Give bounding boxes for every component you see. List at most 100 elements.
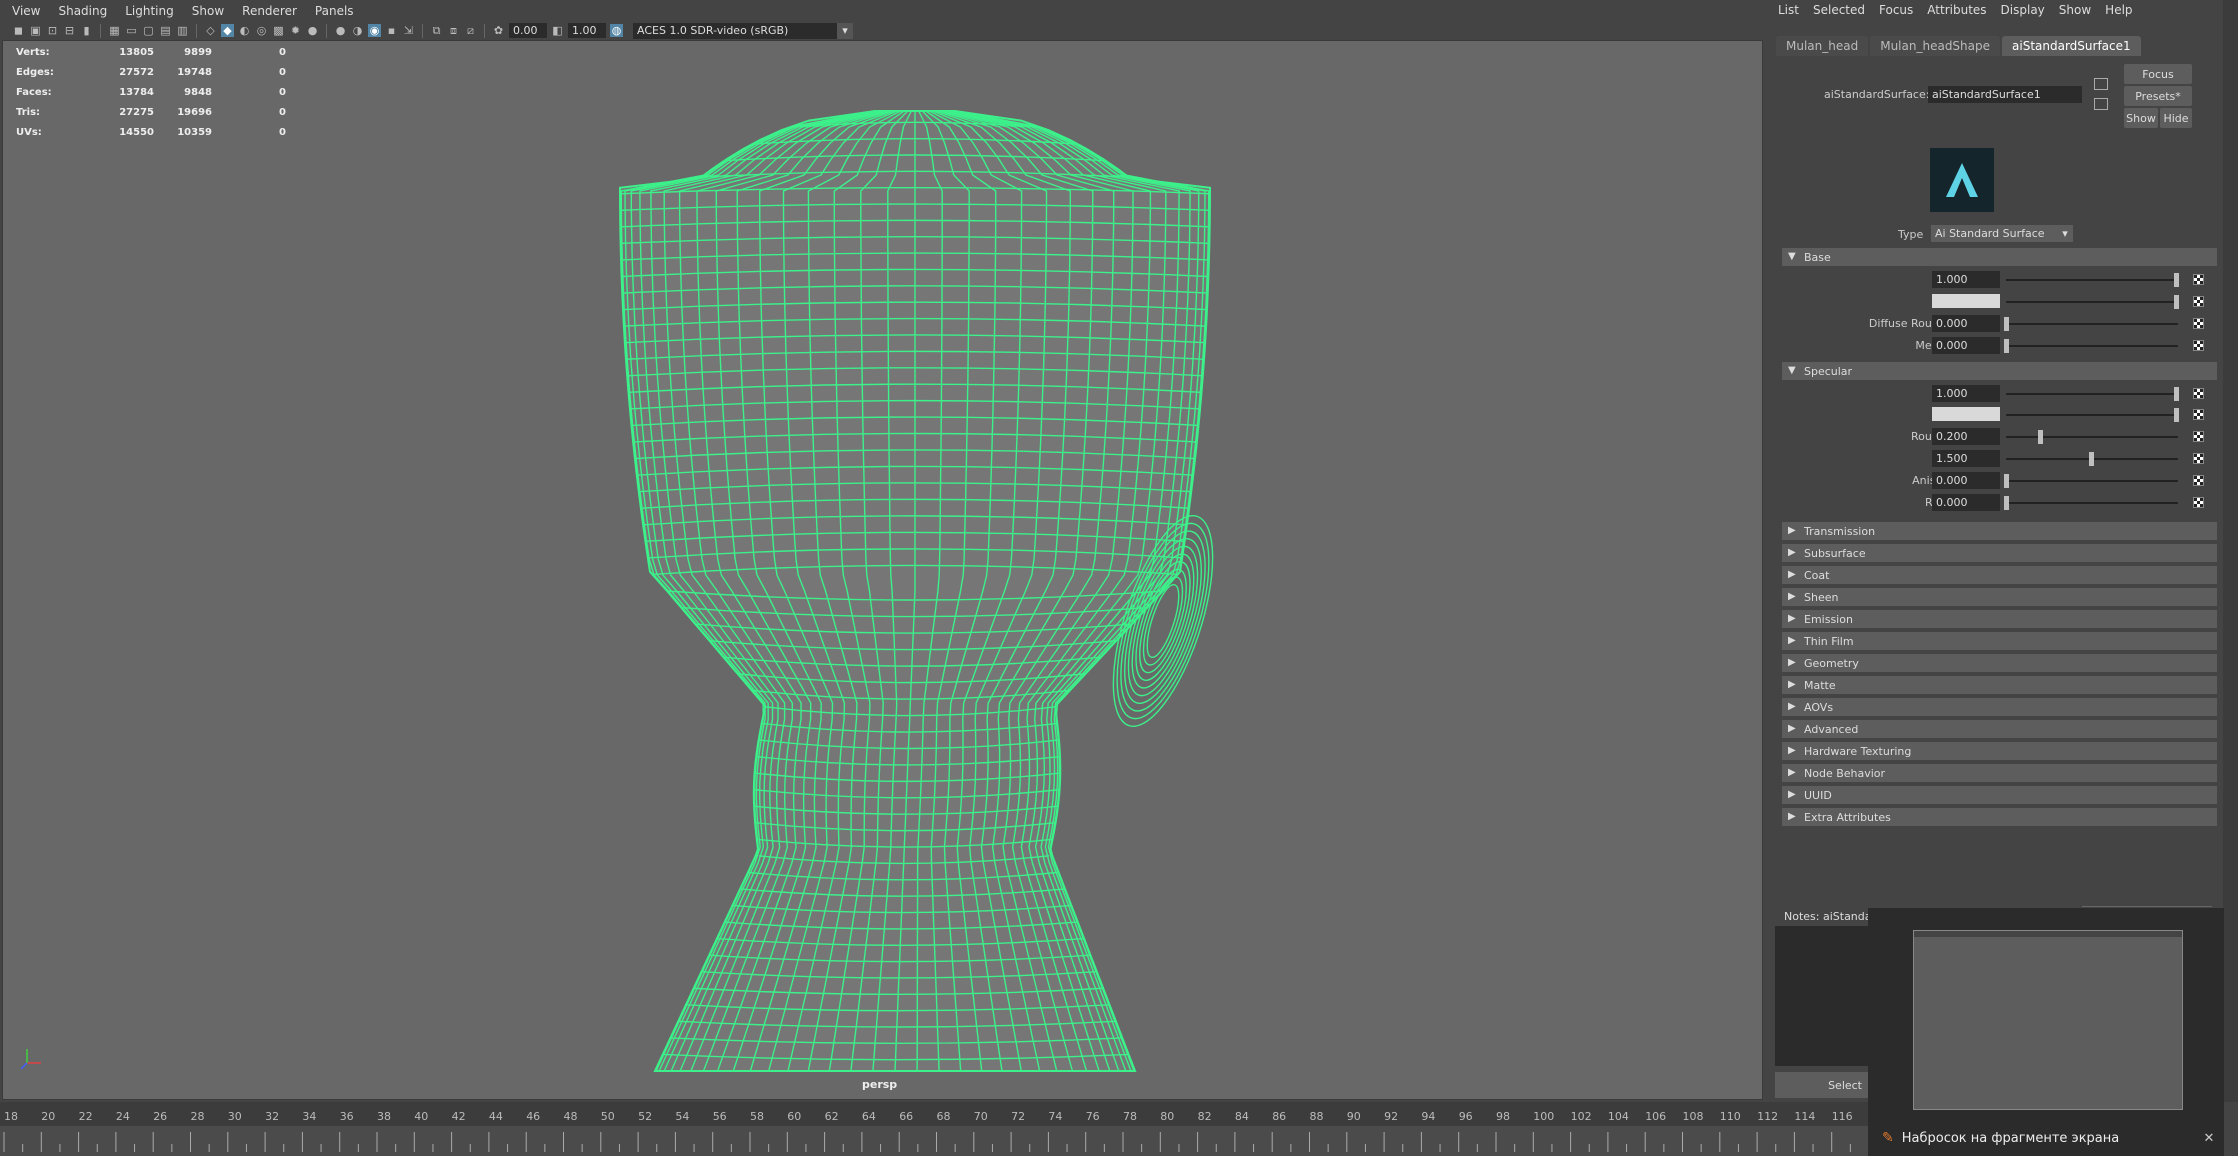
viewport-menu-renderer[interactable]: Renderer xyxy=(242,4,297,18)
section-base[interactable]: ▼ Base xyxy=(1782,248,2217,266)
attr-value-field[interactable]: 1.500 xyxy=(1932,450,2000,467)
ae-menu-show[interactable]: Show xyxy=(2059,3,2091,17)
section-emission[interactable]: ▶ Emission xyxy=(1782,610,2217,628)
load-output-icon[interactable] xyxy=(2094,98,2108,110)
attr-slider-thumb[interactable] xyxy=(2004,474,2009,488)
attr-value-field[interactable]: 0.200 xyxy=(1932,428,2000,445)
attr-value-field[interactable]: 1.000 xyxy=(1932,271,2000,288)
section-node-behavior[interactable]: ▶ Node Behavior xyxy=(1782,764,2217,782)
section-specular[interactable]: ▼ Specular xyxy=(1782,362,2217,380)
map-button-icon[interactable] xyxy=(2193,475,2204,486)
notes-field[interactable] xyxy=(1775,926,1870,1066)
attr-slider-track[interactable] xyxy=(2006,436,2178,438)
map-button-icon[interactable] xyxy=(2193,274,2204,285)
ae-menu-help[interactable]: Help xyxy=(2105,3,2132,17)
attr-slider-thumb[interactable] xyxy=(2174,408,2179,422)
map-button-icon[interactable] xyxy=(2193,318,2204,329)
show-button[interactable]: Show xyxy=(2124,108,2158,128)
xray-components-icon[interactable]: ⧄ xyxy=(464,24,477,37)
ae-menu-list[interactable]: List xyxy=(1778,3,1799,17)
textured-icon[interactable]: ▩ xyxy=(272,24,285,37)
type-dropdown[interactable]: Ai Standard Surface ▾ xyxy=(1931,225,2073,242)
attr-slider-track[interactable] xyxy=(2006,279,2178,281)
perspective-view[interactable] xyxy=(2,40,1763,1100)
attr-slider-thumb[interactable] xyxy=(2038,430,2043,444)
attr-value-field[interactable]: 1.000 xyxy=(1932,385,2000,402)
viewport-menu-lighting[interactable]: Lighting xyxy=(125,4,174,18)
image-plane-icon[interactable]: ⊟ xyxy=(63,24,76,37)
color-swatch[interactable] xyxy=(1932,407,2000,421)
attr-slider-thumb[interactable] xyxy=(2174,387,2179,401)
section-aovs[interactable]: ▶ AOVs xyxy=(1782,698,2217,716)
viewport-menu-view[interactable]: View xyxy=(12,4,40,18)
exposure-icon[interactable]: ✿ xyxy=(492,24,505,37)
section-transmission[interactable]: ▶ Transmission xyxy=(1782,522,2217,540)
tab-mulan_headshape[interactable]: Mulan_headShape xyxy=(1870,36,2001,56)
attr-slider-thumb[interactable] xyxy=(2089,452,2094,466)
attr-slider-track[interactable] xyxy=(2006,301,2178,303)
ae-menu-attributes[interactable]: Attributes xyxy=(1927,3,1986,17)
attr-slider-thumb[interactable] xyxy=(2004,339,2009,353)
gamma-icon[interactable]: ◧ xyxy=(551,24,564,37)
map-button-icon[interactable] xyxy=(2193,388,2204,399)
section-geometry[interactable]: ▶ Geometry xyxy=(1782,654,2217,672)
exposure-field[interactable]: 0.00 xyxy=(509,23,547,38)
snip-thumbnail[interactable] xyxy=(1913,930,2183,1110)
tab-mulan_head[interactable]: Mulan_head xyxy=(1776,36,1869,56)
grid-icon[interactable]: ▦ xyxy=(108,24,121,37)
anti-aliasing-icon[interactable]: ◉ xyxy=(368,24,381,37)
attr-value-field[interactable]: 0.000 xyxy=(1932,337,2000,354)
camera-icon[interactable]: ◼ xyxy=(12,24,25,37)
section-matte[interactable]: ▶ Matte xyxy=(1782,676,2217,694)
select-button[interactable]: Select xyxy=(1775,1072,1870,1098)
attr-slider-thumb[interactable] xyxy=(2174,273,2179,287)
attr-value-field[interactable]: 0.000 xyxy=(1932,494,2000,511)
snip-notification[interactable]: ✎ Набросок на фрагменте экрана ✕ xyxy=(1868,908,2224,1156)
grease-pencil-icon[interactable]: ▮ xyxy=(80,24,93,37)
section-advanced[interactable]: ▶ Advanced xyxy=(1782,720,2217,738)
resolution-gate-icon[interactable]: ▢ xyxy=(142,24,155,37)
camera-attr-icon[interactable]: ▣ xyxy=(29,24,42,37)
time-slider[interactable]: 18 20 22 24 26 28 30 32 34 36 38 40 42 44 46 48 50 52 54 56… xyxy=(0,1102,1870,1156)
isolate-select-icon[interactable]: ⇲ xyxy=(402,24,415,37)
ae-menu-selected[interactable]: Selected xyxy=(1813,3,1865,17)
viewport-menu-show[interactable]: Show xyxy=(192,4,224,18)
section-thin-film[interactable]: ▶ Thin Film xyxy=(1782,632,2217,650)
viewport-menu-panels[interactable]: Panels xyxy=(315,4,354,18)
presets-button[interactable]: Presets* xyxy=(2124,86,2192,106)
bookmark-icon[interactable]: ⊡ xyxy=(46,24,59,37)
hide-button[interactable]: Hide xyxy=(2160,108,2192,128)
ambient-occlusion-icon[interactable]: ● xyxy=(334,24,347,37)
section-subsurface[interactable]: ▶ Subsurface xyxy=(1782,544,2217,562)
section-uuid[interactable]: ▶ UUID xyxy=(1782,786,2217,804)
color-space-dropdown[interactable]: ACES 1.0 SDR-video (sRGB) ▾ xyxy=(633,22,853,39)
section-hardware-texturing[interactable]: ▶ Hardware Texturing xyxy=(1782,742,2217,760)
xray-icon[interactable]: ⧉ xyxy=(430,24,443,37)
attr-slider-track[interactable] xyxy=(2006,414,2178,416)
attr-slider-thumb[interactable] xyxy=(2004,317,2009,331)
map-button-icon[interactable] xyxy=(2193,340,2204,351)
tab-aistandardsurface1[interactable]: aiStandardSurface1 xyxy=(2002,36,2141,56)
node-name-field[interactable]: aiStandardSurface1 xyxy=(1928,86,2082,103)
focus-button[interactable]: Focus xyxy=(2124,64,2192,84)
ae-menu-focus[interactable]: Focus xyxy=(1879,3,1913,17)
map-button-icon[interactable] xyxy=(2193,453,2204,464)
wireframe-on-shaded-icon[interactable]: ◎ xyxy=(255,24,268,37)
safe-action-icon[interactable]: ▤ xyxy=(159,24,172,37)
attr-value-field[interactable]: 0.000 xyxy=(1932,315,2000,332)
attr-slider-track[interactable] xyxy=(2006,345,2178,347)
section-extra-attributes[interactable]: ▶ Extra Attributes xyxy=(1782,808,2217,826)
viewport-menu-shading[interactable]: Shading xyxy=(58,4,107,18)
default-material-icon[interactable]: ◐ xyxy=(238,24,251,37)
safe-title-icon[interactable]: ▥ xyxy=(176,24,189,37)
load-input-icon[interactable] xyxy=(2094,78,2108,90)
ae-menu-display[interactable]: Display xyxy=(2001,3,2045,17)
attr-slider-thumb[interactable] xyxy=(2174,295,2179,309)
gamma-field[interactable]: 1.00 xyxy=(568,23,606,38)
attr-slider-track[interactable] xyxy=(2006,480,2178,482)
attr-slider-track[interactable] xyxy=(2006,393,2178,395)
attr-slider-thumb[interactable] xyxy=(2004,496,2009,510)
section-coat[interactable]: ▶ Coat xyxy=(1782,566,2217,584)
depth-of-field-icon[interactable]: ▪ xyxy=(385,24,398,37)
attr-slider-track[interactable] xyxy=(2006,323,2178,325)
